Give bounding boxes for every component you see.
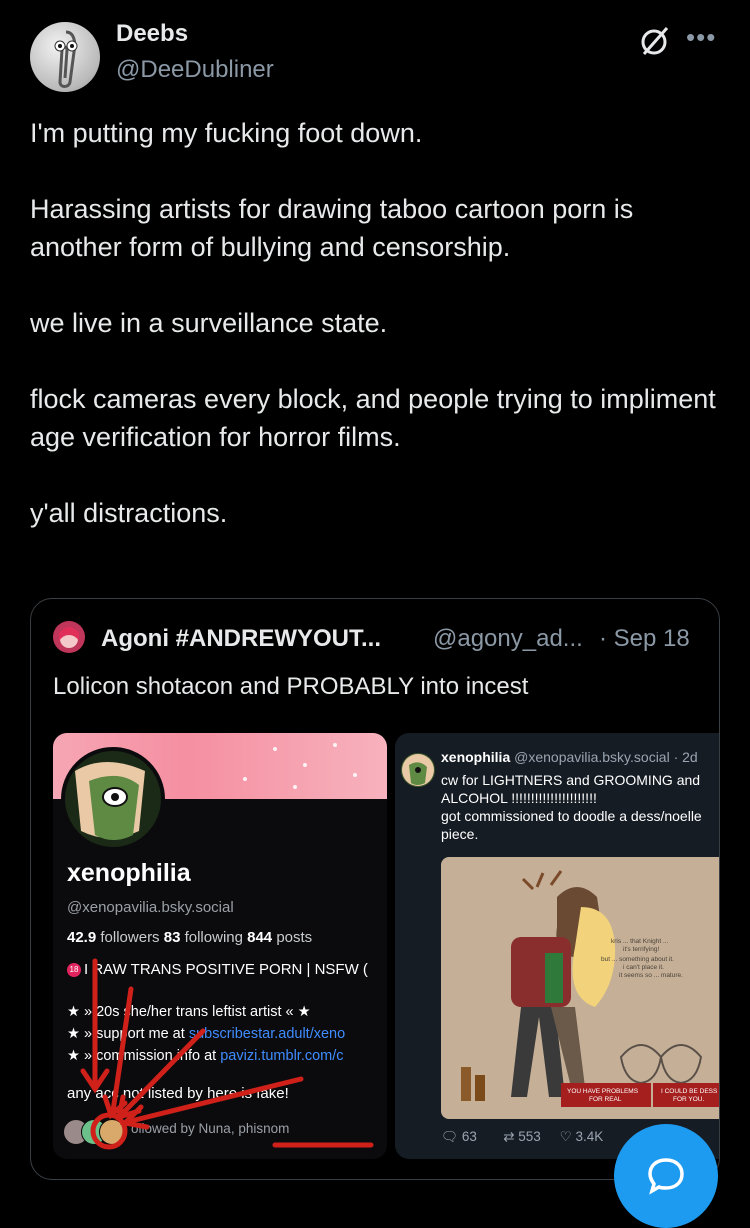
post-author-avatar xyxy=(401,753,435,787)
art-caption: FOR REAL xyxy=(589,1096,622,1103)
tweet-paragraph: I'm putting my fucking foot down. xyxy=(30,118,423,148)
profile-screenshot-image[interactable]: xenophilia @xenopavilia.bsky.social 42.9… xyxy=(53,733,387,1159)
like-count: 3.4K xyxy=(575,1129,604,1144)
post-meta: @xenopavilia.bsky.social · 2d xyxy=(510,749,698,765)
quoted-author-handle[interactable]: @agony_ad... xyxy=(433,625,583,653)
more-dots-icon[interactable]: ••• xyxy=(686,22,716,53)
post-header: xenophilia @xenopavilia.bsky.social · 2d xyxy=(441,749,698,765)
tweet-paragraph: Harassing artists for drawing taboo cart… xyxy=(30,194,634,262)
post-body: cw for LIGHTNERS and GROOMING and ALCOHO… xyxy=(441,771,719,843)
post-screenshot-image[interactable]: xenophilia @xenopavilia.bsky.social · 2d… xyxy=(395,733,719,1159)
repost-count: 553 xyxy=(518,1129,541,1144)
author-handle[interactable]: @DeeDubliner xyxy=(116,56,274,84)
art-text: it's terrifying! xyxy=(623,946,659,953)
post-line: cw for LIGHTNERS and GROOMING and ALCOHO… xyxy=(441,772,701,806)
tweet-paragraph: y'all distractions. xyxy=(30,498,228,528)
quoted-post-text: Lolicon shotacon and PROBABLY into inces… xyxy=(53,673,529,700)
quoted-post-card[interactable]: Agoni #ANDREWYOUT... @agony_ad... · Sep … xyxy=(30,598,720,1180)
compose-reply-button[interactable] xyxy=(614,1124,718,1228)
tweet-paragraph: we live in a surveillance state. xyxy=(30,308,388,338)
tweet-paragraph: flock cameras every block, and people tr… xyxy=(30,384,716,452)
repost-icon: ⇄ xyxy=(503,1129,515,1144)
art-text: it seems so ... mature. xyxy=(619,972,683,979)
post-actions: 🗨 63 ⇄ 553 ♡ 3.4K xyxy=(441,1129,603,1145)
post-artwork: kris ... that Knight ... it's terrifying… xyxy=(441,857,719,1119)
reply-icon: 🗨 xyxy=(441,1129,459,1144)
art-caption: FOR YOU. xyxy=(673,1096,704,1103)
post-line: got commissioned to doodle a dess/noelle… xyxy=(441,808,702,842)
art-caption: YOU HAVE PROBLEMS xyxy=(567,1088,639,1095)
quoted-author-avatar[interactable] xyxy=(53,621,85,653)
compose-reply-icon xyxy=(648,1158,684,1195)
tweet-text: I'm putting my fucking foot down. Harass… xyxy=(30,114,730,570)
quoted-author-name[interactable]: Agoni #ANDREWYOUT... xyxy=(101,625,381,653)
author-avatar[interactable] xyxy=(30,22,100,92)
art-text: but ... something about it. xyxy=(601,956,674,963)
red-annotation-arrows xyxy=(80,958,374,1150)
grok-slash-circle-icon[interactable] xyxy=(638,24,672,58)
author-name[interactable]: Deebs xyxy=(116,20,188,48)
post-author-name: xenophilia xyxy=(441,749,511,765)
like-icon: ♡ xyxy=(559,1129,572,1144)
quoted-post-date: · Sep 18 xyxy=(599,625,690,652)
reply-count: 63 xyxy=(461,1129,477,1144)
art-text: i can't place it. xyxy=(623,964,664,971)
art-caption: I COULD BE DESS xyxy=(661,1088,718,1095)
art-text: kris ... that Knight ... xyxy=(611,938,669,945)
